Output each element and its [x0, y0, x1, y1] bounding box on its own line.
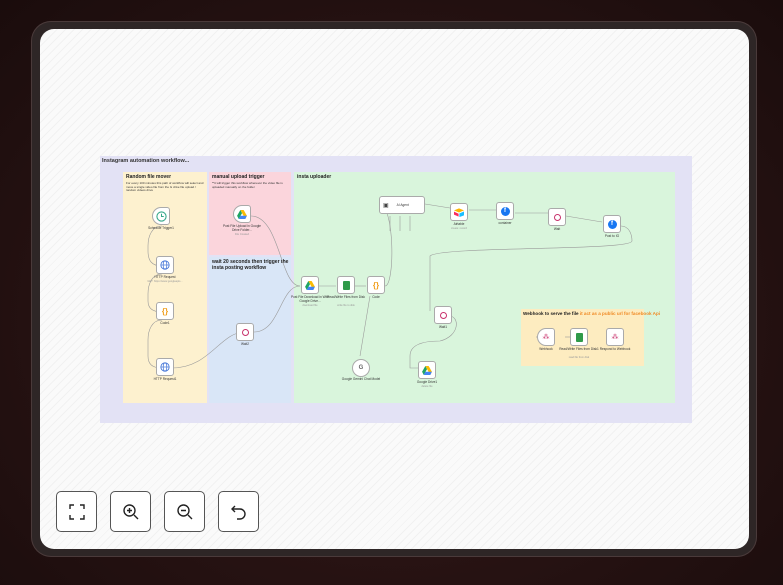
node-subtitle: read file from disk: [568, 356, 590, 359]
node-http-request1[interactable]: [156, 358, 174, 376]
node-ai-agent[interactable]: ▣ AI Agent: [379, 196, 425, 214]
node-google-drive1[interactable]: [418, 361, 436, 379]
node-schedule-trigger[interactable]: [152, 207, 170, 225]
node-subtitle: create: record: [450, 227, 467, 230]
node-label: Wait2: [240, 342, 250, 346]
node-label: Google Gemini Chat Model: [341, 377, 381, 381]
node-wait1[interactable]: [434, 306, 452, 324]
node-http-request[interactable]: [156, 256, 174, 274]
zoom-in-button[interactable]: [110, 491, 151, 532]
reset-zoom-button[interactable]: [218, 491, 259, 532]
facebook-icon: f: [607, 219, 617, 229]
node-read-write-files1[interactable]: [570, 328, 588, 346]
node-wait[interactable]: [548, 208, 566, 226]
facebook-icon: f: [500, 206, 510, 216]
workflow-group: Instagram automation workflow... Random …: [100, 156, 692, 423]
node-post-to-ig[interactable]: f: [603, 215, 621, 233]
node-airtable[interactable]: [450, 203, 468, 221]
node-label: Wait: [553, 227, 561, 231]
node-subtitle: write file to disk: [337, 304, 355, 307]
node-label: Wait1: [438, 325, 448, 329]
node-subtitle: delete file: [421, 385, 433, 388]
pause-icon: [439, 311, 447, 319]
google-drive-icon: [305, 280, 315, 290]
node-respond-to-webhook[interactable]: ⁂: [606, 328, 624, 346]
node-label: HTTP Request1: [153, 377, 177, 381]
airtable-icon: [454, 207, 464, 217]
zoom-in-icon: [122, 503, 138, 519]
node-webhook[interactable]: ⁂: [537, 328, 555, 346]
file-icon: [575, 332, 583, 342]
node-label: container: [498, 221, 512, 225]
zoom-out-button[interactable]: [164, 491, 205, 532]
pause-icon: [241, 328, 249, 336]
node-label: AI Agent: [396, 203, 409, 207]
code-braces-icon: {}: [372, 280, 380, 290]
undo-icon: [230, 505, 246, 520]
node-subtitle: File Created: [234, 233, 250, 236]
google-drive-icon: [237, 209, 247, 219]
node-label: Read/Write Files from Disk1: [559, 347, 599, 351]
file-icon: [342, 280, 350, 290]
workflow-canvas[interactable]: Instagram automation workflow... Random …: [40, 29, 749, 549]
node-label: Code: [372, 295, 380, 299]
webhook-icon: ⁂: [611, 334, 619, 341]
node-label: Post to IG: [604, 234, 620, 238]
gemini-icon: G: [358, 365, 364, 371]
node-label: Post File Download in With Google Drive.…: [290, 295, 330, 303]
robot-icon: ▣: [383, 202, 389, 209]
node-label: Post File Upload in Google Drive Folder.…: [223, 224, 261, 232]
webhook-icon: ⁂: [542, 334, 550, 341]
node-gemini-model[interactable]: G: [352, 359, 370, 377]
clock-icon: [155, 210, 167, 222]
node-subtitle: GET: https://www.googleapis...: [147, 280, 183, 283]
pause-icon: [553, 213, 561, 221]
node-container[interactable]: f: [496, 202, 514, 220]
fit-view-button[interactable]: [56, 491, 97, 532]
node-gdrive-download[interactable]: [301, 276, 319, 294]
node-label: Code1: [160, 321, 170, 325]
node-code1[interactable]: {}: [156, 302, 174, 320]
code-braces-icon: {}: [161, 306, 169, 316]
fit-view-icon: [68, 503, 85, 520]
node-read-write-files[interactable]: [337, 276, 355, 294]
node-label: Schedule Trigger1: [148, 226, 174, 230]
zoom-out-icon: [176, 503, 192, 519]
globe-icon: [160, 260, 170, 270]
node-label: Respond to Webhook: [599, 347, 631, 351]
node-code[interactable]: {}: [367, 276, 385, 294]
node-wait2[interactable]: [236, 323, 254, 341]
node-file-upload-trigger[interactable]: [233, 205, 251, 223]
globe-icon: [160, 362, 170, 372]
google-drive-icon: [422, 365, 432, 375]
node-subtitle: download file: [302, 304, 318, 307]
